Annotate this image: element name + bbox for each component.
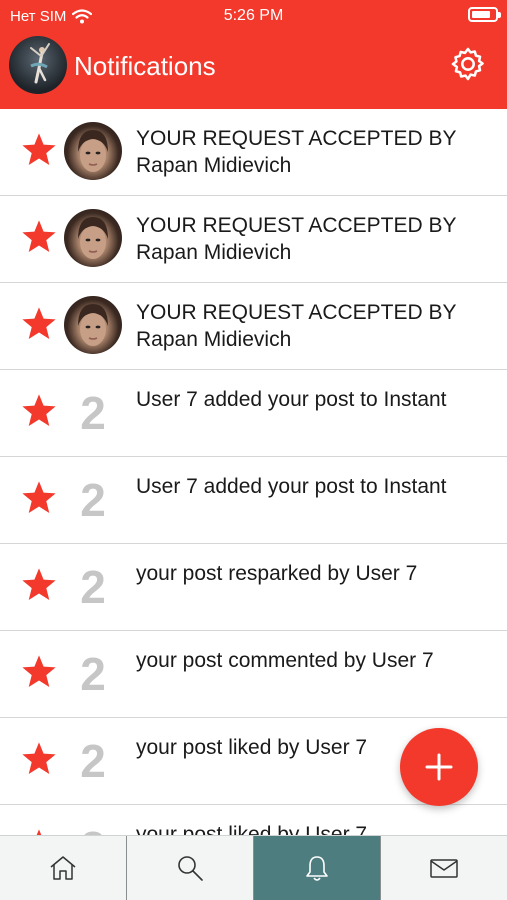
notification-row[interactable]: YOUR REQUEST ACCEPTED BY Rapan Midievich (0, 283, 507, 370)
tab-messages[interactable] (381, 836, 507, 900)
star-icon[interactable] (20, 131, 58, 169)
bell-icon (306, 856, 328, 881)
battery-icon (468, 7, 501, 22)
notification-row[interactable]: YOUR REQUEST ACCEPTED BY Rapan Midievich (0, 196, 507, 283)
page-title: Notifications (74, 51, 216, 81)
user-number-badge: 2 (80, 735, 106, 787)
face-image (78, 217, 108, 259)
tab-notifications[interactable] (254, 836, 381, 900)
face-image (78, 130, 108, 172)
profile-avatar[interactable] (9, 36, 67, 94)
notification-row[interactable]: 2 User 7 added your post to Instant (0, 370, 507, 457)
star-icon[interactable] (20, 479, 58, 517)
star-icon[interactable] (20, 566, 58, 604)
user-number-badge: 2 (80, 387, 106, 439)
star-icon[interactable] (20, 218, 58, 256)
notification-list[interactable]: YOUR REQUEST ACCEPTED BY Rapan Midievich… (0, 109, 507, 835)
user-avatar[interactable] (64, 296, 122, 354)
user-avatar[interactable] (64, 122, 122, 180)
user-number-badge: 2 (64, 825, 122, 835)
settings-button[interactable] (449, 45, 487, 83)
notification-row[interactable]: 2 User 7 added your post to Instant (0, 457, 507, 544)
dancer-image (30, 43, 50, 84)
user-number-badge: 2 (80, 474, 106, 526)
notification-row[interactable]: YOUR REQUEST ACCEPTED BY Rapan Midievich (0, 109, 507, 196)
tab-home[interactable] (0, 836, 127, 900)
user-number-badge: 2 (80, 648, 106, 700)
notification-text: your post resparked by User 7 (136, 562, 418, 585)
star-icon[interactable] (20, 392, 58, 430)
notification-row[interactable]: 2 your post commented by User 7 (0, 631, 507, 718)
notification-text: User 7 added your post to Instant (136, 475, 447, 498)
search-icon (178, 856, 203, 881)
star-icon[interactable] (20, 305, 58, 343)
notification-row[interactable]: 2 your post liked by User 7 (0, 805, 507, 835)
user-avatar[interactable] (64, 209, 122, 267)
bottom-tab-bar (0, 835, 507, 900)
notification-text: your post liked by User 7 (136, 823, 368, 835)
home-icon (50, 856, 76, 880)
notification-text: YOUR REQUEST ACCEPTED BY Rapan Midievich (136, 127, 457, 177)
notification-text: YOUR REQUEST ACCEPTED BY Rapan Midievich (136, 214, 457, 264)
notification-text: YOUR REQUEST ACCEPTED BY Rapan Midievich (136, 301, 457, 351)
tab-search[interactable] (127, 836, 254, 900)
plus-icon (425, 753, 453, 781)
app-header: Нет SIM 5:26 PM Notifications (0, 0, 507, 109)
star-icon[interactable] (20, 653, 58, 691)
star-icon[interactable] (20, 827, 58, 835)
notification-text: your post commented by User 7 (136, 649, 434, 672)
gear-icon (451, 47, 484, 81)
notification-text: User 7 added your post to Instant (136, 388, 447, 411)
status-time: 5:26 PM (223, 7, 284, 24)
mail-icon (430, 859, 458, 878)
add-button[interactable] (400, 728, 478, 806)
user-number-badge: 2 (80, 561, 106, 613)
star-icon[interactable] (20, 740, 58, 778)
face-image (78, 304, 108, 346)
notification-row[interactable]: 2 your post resparked by User 7 (0, 544, 507, 631)
status-bar: Нет SIM 5:26 PM (0, 0, 507, 32)
